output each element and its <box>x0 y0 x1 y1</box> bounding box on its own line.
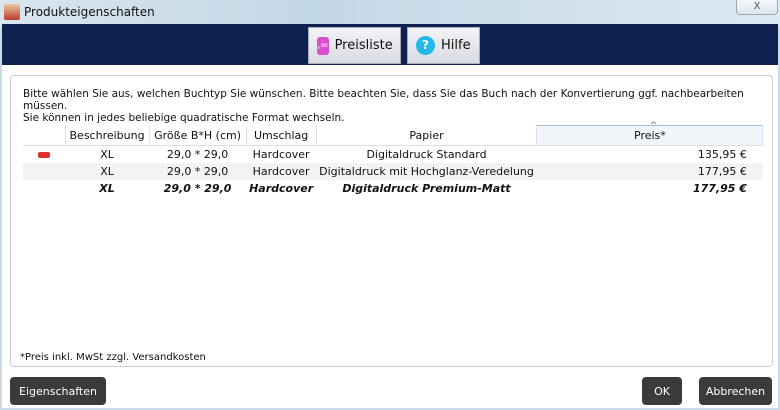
header-umschlag[interactable]: Umschlag <box>246 125 317 146</box>
header-icon <box>23 125 66 146</box>
pricelist-icon: ,= <box>317 36 329 55</box>
product-panel: Bitte wählen Sie aus, welchen Buchtyp Si… <box>10 75 773 367</box>
cell-preis: 135,95 € <box>697 147 747 161</box>
header-beschreibung[interactable]: Beschreibung <box>65 125 150 146</box>
intro-line: Sie können in jedes beliebige quadratisc… <box>23 112 345 124</box>
cell-groesse: 29,0 * 29,0 <box>163 181 232 195</box>
truck-icon <box>38 151 50 158</box>
cell-umschlag: Hardcover <box>252 147 310 161</box>
window-title: Produkteigenschaften <box>24 5 155 19</box>
table-row-selected[interactable]: XL 29,0 * 29,0 Hardcover Digitaldruck Pr… <box>23 180 763 197</box>
cancel-button[interactable]: Abbrechen <box>699 377 772 405</box>
help-button[interactable]: ? Hilfe <box>407 27 480 64</box>
cell-groesse: 29,0 * 29,0 <box>166 147 229 161</box>
header-groesse[interactable]: Größe B*H (cm) <box>149 125 247 146</box>
header-papier[interactable]: Papier <box>316 125 538 146</box>
cell-beschreibung: XL <box>100 147 114 161</box>
row-icon-cell <box>23 180 65 197</box>
dialog-content: Bitte wählen Sie aus, welchen Buchtyp Si… <box>2 65 778 408</box>
ok-button[interactable]: OK <box>642 377 682 405</box>
table-row[interactable]: XL 29,0 * 29,0 Hardcover Digitaldruck mi… <box>23 162 763 180</box>
cell-umschlag: Hardcover <box>249 181 314 195</box>
app-icon <box>4 4 20 20</box>
cell-papier: Digitaldruck Standard <box>366 147 487 161</box>
help-label: Hilfe <box>441 38 471 53</box>
footnote: *Preis inkl. MwSt zzgl. Versandkosten <box>20 352 206 363</box>
title-bar: Produkteigenschaften X <box>0 0 780 27</box>
intro-text: Bitte wählen Sie aus, welchen Buchtyp Si… <box>23 88 772 124</box>
cell-groesse: 29,0 * 29,0 <box>149 162 247 180</box>
cell-preis: 177,95 € <box>536 162 763 180</box>
header-preis[interactable]: Preis* <box>536 122 764 146</box>
properties-button[interactable]: Eigenschaften <box>10 377 106 405</box>
cell-preis: 177,95 € <box>692 181 747 195</box>
product-table: Beschreibung Größe B*H (cm) Umschlag Pap… <box>23 122 764 197</box>
row-icon-cell <box>23 162 65 180</box>
table-header: Beschreibung Größe B*H (cm) Umschlag Pap… <box>23 122 764 146</box>
cell-beschreibung: XL <box>99 181 115 195</box>
intro-line: Bitte wählen Sie aus, welchen Buchtyp Si… <box>23 88 744 112</box>
table-row[interactable]: XL 29,0 * 29,0 Hardcover Digitaldruck St… <box>23 146 763 163</box>
cell-beschreibung: XL <box>65 162 150 180</box>
pricelist-label: Preisliste <box>334 38 393 53</box>
help-icon: ? <box>416 36 435 55</box>
close-button[interactable]: X <box>736 0 778 15</box>
row-icon-cell <box>23 146 65 163</box>
cell-umschlag: Hardcover <box>246 162 317 180</box>
cell-papier: Digitaldruck mit Hochglanz-Veredelung <box>316 162 537 180</box>
cell-papier: Digitaldruck Premium-Matt <box>342 181 511 195</box>
pricelist-button[interactable]: ,= Preisliste <box>308 27 401 64</box>
toolbar: ,= Preisliste ? Hilfe <box>2 24 778 65</box>
